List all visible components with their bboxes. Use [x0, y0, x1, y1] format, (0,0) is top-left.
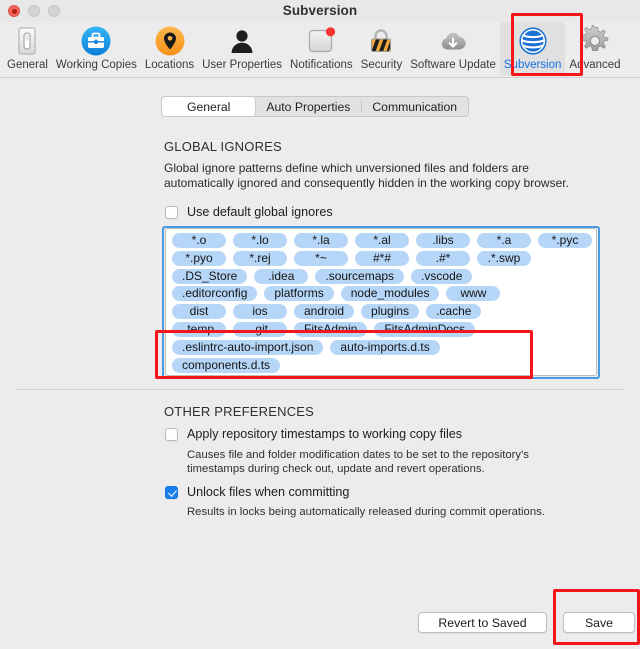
other-preferences-heading: OTHER PREFERENCES [164, 404, 315, 419]
apply-timestamps-description-line2: timestamps during check out, update and … [187, 463, 485, 475]
toolbar-item-general[interactable]: General [3, 22, 52, 76]
ignore-token[interactable]: .eslintrc-auto-import.json [172, 339, 324, 355]
apply-timestamps-row[interactable]: Apply repository timestamps to working c… [165, 427, 462, 442]
ignore-token[interactable]: .*.swp [477, 250, 531, 266]
toolbar-label-security: Security [360, 59, 403, 71]
map-pin-icon [154, 25, 186, 57]
use-default-global-ignores-checkbox[interactable] [165, 206, 178, 219]
ignore-token[interactable]: auto-imports.d.ts [330, 339, 440, 355]
ignore-token[interactable]: dist [172, 304, 226, 320]
ignore-token[interactable]: *.pyo [172, 250, 226, 266]
toolbar-item-security[interactable]: Security [357, 22, 407, 76]
ignore-token[interactable]: plugins [361, 304, 420, 320]
toolbar-item-user-properties[interactable]: User Properties [198, 22, 286, 76]
notification-icon [305, 25, 337, 57]
token-row: *.pyo *.rej *~ #*# .#* .*.swp [170, 250, 592, 267]
revert-to-saved-button[interactable]: Revert to Saved [418, 612, 547, 633]
toolbar-item-notifications[interactable]: Notifications [286, 22, 357, 76]
toolbar-label-working-copies: Working Copies [55, 59, 137, 71]
padlock-icon [365, 25, 397, 57]
ignore-token[interactable]: .cache [426, 304, 482, 320]
tab-communication[interactable]: Communication [361, 97, 468, 116]
settings-tab-bar: General Auto Properties Communication [161, 96, 470, 117]
unlock-files-checkbox[interactable] [165, 486, 178, 499]
ignore-token[interactable]: *.a [477, 233, 531, 249]
switch-icon [11, 25, 43, 57]
token-row: .eslintrc-auto-import.json auto-imports.… [170, 339, 592, 356]
ignore-token[interactable]: .vscode [411, 268, 473, 284]
preferences-toolbar: General Working Copies Locations User Pr… [0, 22, 640, 78]
ignore-token[interactable]: *.rej [233, 250, 287, 266]
ignore-token[interactable]: .libs [416, 233, 470, 249]
ignore-token[interactable]: node_modules [340, 286, 440, 302]
token-row: *.o *.lo *.la *.al .libs *.a *.pyc [170, 232, 592, 249]
save-button[interactable]: Save [563, 612, 635, 633]
unlock-files-label: Unlock files when committing [187, 485, 350, 499]
cloud-download-icon [437, 25, 469, 57]
token-row: .temp .git FitsAdmin FitsAdminDocs [170, 321, 592, 338]
preferences-window: Subversion General Working Copies Locati… [0, 0, 640, 649]
toolbar-item-advanced[interactable]: Advanced [565, 22, 624, 76]
ignore-token[interactable]: *~ [294, 250, 348, 266]
window-title: Subversion [282, 3, 358, 18]
ignore-token[interactable]: .sourcemaps [315, 268, 405, 284]
token-row: .editorconfig platforms node_modules www [170, 285, 592, 302]
ignore-token[interactable]: android [294, 304, 355, 320]
apply-timestamps-checkbox[interactable] [165, 428, 178, 441]
unlock-files-row[interactable]: Unlock files when committing [165, 485, 349, 500]
ignore-token[interactable]: #*# [355, 250, 409, 266]
apply-timestamps-label: Apply repository timestamps to working c… [187, 427, 463, 441]
use-default-global-ignores-label: Use default global ignores [187, 205, 333, 219]
toolbar-item-software-update[interactable]: Software Update [406, 22, 500, 76]
toolbar-label-general: General [7, 59, 48, 71]
global-ignores-description-line2: automatically ignored and consequently h… [164, 176, 569, 190]
toolbar-label-subversion: Subversion [503, 59, 562, 71]
ignore-token[interactable]: *.lo [233, 233, 287, 249]
subversion-icon [517, 25, 549, 57]
token-row: .DS_Store .idea .sourcemaps .vscode [170, 268, 592, 285]
global-ignores-token-field[interactable]: *.o *.lo *.la *.al .libs *.a *.pyc *.pyo… [165, 228, 597, 376]
unlock-files-description-line1: Results in locks being automatically rel… [187, 506, 545, 518]
ignore-token[interactable]: FitsAdminDocs [374, 322, 476, 337]
toolbar-label-notifications: Notifications [290, 59, 353, 71]
person-icon [226, 25, 258, 57]
use-default-global-ignores-row[interactable]: Use default global ignores [165, 205, 333, 220]
gear-icon [579, 25, 611, 57]
toolbar-label-software-update: Software Update [410, 59, 496, 71]
toolbar-item-locations[interactable]: Locations [141, 22, 198, 76]
ignore-token[interactable]: components.d.ts [172, 357, 281, 373]
ignore-token[interactable]: ios [233, 304, 287, 320]
ignore-token[interactable]: .git [233, 322, 287, 337]
section-divider [16, 389, 624, 390]
ignore-token[interactable]: platforms [264, 286, 334, 302]
ignore-token[interactable]: *.o [172, 233, 226, 249]
toolbar-item-subversion[interactable]: Subversion [499, 22, 566, 76]
ignore-token[interactable]: .editorconfig [172, 286, 258, 302]
toolbar-item-working-copies[interactable]: Working Copies [52, 22, 141, 76]
token-row: components.d.ts [170, 356, 592, 373]
briefcase-icon [80, 25, 112, 57]
ignore-token[interactable]: .DS_Store [172, 268, 248, 284]
tab-auto-properties[interactable]: Auto Properties [255, 97, 361, 116]
global-ignores-description-line1: Global ignore patterns define which unve… [164, 161, 529, 175]
window-titlebar: Subversion [0, 0, 640, 22]
apply-timestamps-description-line1: Causes file and folder modification date… [187, 449, 529, 461]
ignore-token[interactable]: .#* [416, 250, 470, 266]
token-row: dist ios android plugins .cache [170, 303, 592, 320]
toolbar-label-user-properties: User Properties [202, 59, 283, 71]
ignore-token[interactable]: www [446, 286, 501, 302]
ignore-token[interactable]: *.pyc [538, 233, 592, 249]
ignore-token[interactable]: *.la [294, 233, 348, 249]
toolbar-label-locations: Locations [144, 59, 195, 71]
toolbar-label-advanced: Advanced [569, 59, 621, 71]
ignore-token[interactable]: FitsAdmin [294, 322, 368, 337]
tab-general[interactable]: General [162, 97, 256, 116]
global-ignores-heading: GLOBAL IGNORES [164, 139, 282, 154]
ignore-token[interactable]: .temp [172, 322, 226, 337]
ignore-token[interactable]: *.al [355, 233, 409, 249]
ignore-token[interactable]: .idea [254, 268, 309, 284]
